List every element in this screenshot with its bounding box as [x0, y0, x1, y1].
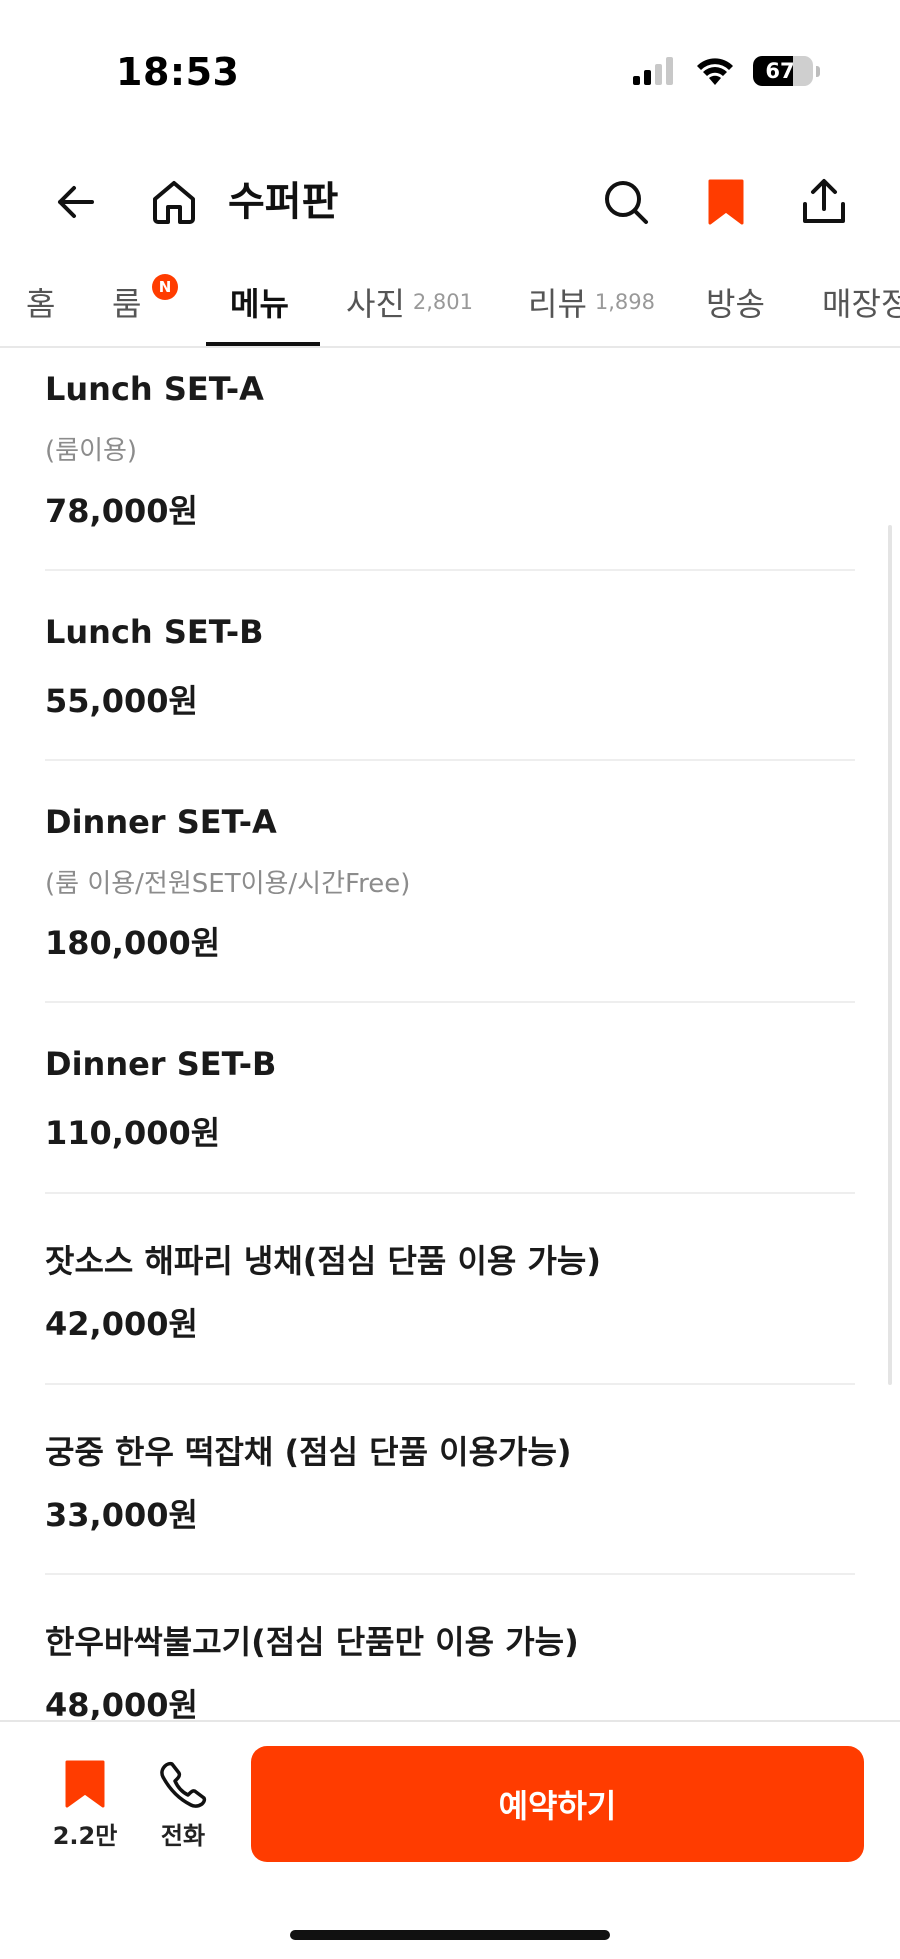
tab-label: 룸 — [112, 285, 142, 323]
call-label: 전화 — [160, 1822, 206, 1850]
phone-icon — [160, 1761, 207, 1808]
home-indicator — [290, 1930, 610, 1940]
menu-item-price: 33,000원 — [45, 1496, 198, 1534]
share-button[interactable] — [796, 174, 852, 230]
tab-label: 방송 — [706, 285, 765, 323]
menu-item[interactable]: Dinner SET-B 110,000원 — [45, 1003, 855, 1193]
share-icon — [803, 179, 845, 223]
menu-item-desc: (룸이용) — [45, 436, 138, 466]
menu-item-name: Dinner SET-B — [45, 1045, 277, 1083]
menu-item-desc: (룸 이용/전원SET이용/시간Free) — [45, 869, 411, 899]
menu-item[interactable]: 잣소스 해파리 냉채(점심 단품 이용 가능) 42,000원 — [45, 1194, 855, 1384]
tab-label: 리뷰 — [528, 285, 587, 323]
header: 수퍼판 — [0, 160, 900, 242]
menu-item-name: Lunch SET-B — [45, 613, 264, 651]
search-button[interactable] — [598, 174, 654, 230]
tab-room[interactable]: 룸 — [112, 258, 141, 346]
new-badge: N — [152, 274, 178, 300]
active-tab-indicator — [206, 342, 320, 346]
reserve-button[interactable]: 예약하기 — [251, 1746, 864, 1862]
save-count: 2.2만 — [52, 1822, 118, 1850]
status-time: 18:53 — [116, 50, 240, 94]
battery-icon: 67 — [753, 56, 813, 86]
menu-item-price: 48,000원 — [45, 1686, 198, 1720]
menu-item-price: 78,000원 — [45, 492, 198, 530]
menu-item-price: 110,000원 — [45, 1114, 221, 1152]
menu-item-name: 잣소스 해파리 냉채(점심 단품 이용 가능) — [45, 1242, 601, 1280]
battery-level: 67 — [765, 59, 795, 83]
tab-label: 매장정 — [822, 285, 900, 323]
scrollbar[interactable] — [888, 525, 892, 1385]
tab-label: 홈 — [26, 285, 56, 323]
save-button[interactable]: 2.2만 — [40, 1758, 130, 1851]
page-title: 수퍼판 — [228, 179, 339, 225]
menu-item[interactable]: 한우바싹불고기(점심 단품만 이용 가능) 48,000원 — [45, 1575, 855, 1720]
bookmark-icon — [65, 1760, 105, 1808]
menu-item[interactable]: Lunch SET-A (룸이용) 78,000원 — [45, 350, 855, 570]
status-icons: 67 — [633, 56, 820, 86]
home-icon — [153, 181, 195, 224]
home-button[interactable] — [146, 174, 202, 230]
wifi-icon — [697, 58, 733, 85]
tab-store-info[interactable]: 매장정 — [822, 258, 900, 346]
menu-item-name: Lunch SET-A — [45, 370, 264, 408]
tab-menu[interactable]: 메뉴 — [230, 258, 289, 346]
cellular-signal-icon — [633, 57, 673, 85]
menu-item-price: 180,000원 — [45, 924, 221, 962]
menu-item-name: Dinner SET-A — [45, 803, 277, 841]
bottom-action-bar: 2.2만 전화 예약하기 — [0, 1720, 900, 1959]
menu-item-name: 궁중 한우 떡잡채 (점심 단품 이용가능) — [45, 1433, 572, 1471]
tab-broadcast[interactable]: 방송 — [706, 258, 765, 346]
menu-item-price: 42,000원 — [45, 1305, 198, 1343]
tab-home[interactable]: 홈 — [26, 258, 55, 346]
bookmark-button[interactable] — [698, 174, 754, 230]
menu-item-price: 55,000원 — [45, 682, 198, 720]
tab-count: 1,898 — [594, 290, 656, 314]
back-button[interactable] — [48, 174, 104, 230]
tab-photos[interactable]: 사진 2,801 — [346, 258, 473, 346]
status-bar: 18:53 67 — [0, 0, 900, 140]
menu-item[interactable]: 궁중 한우 떡잡채 (점심 단품 이용가능) 33,000원 — [45, 1385, 855, 1575]
menu-item[interactable]: Dinner SET-A (룸 이용/전원SET이용/시간Free) 180,0… — [45, 761, 855, 1001]
tab-label: 사진 — [346, 285, 405, 323]
tab-bar: 홈 룸 N 메뉴 사진 2,801 리뷰 1,898 방송 매장정 — [0, 258, 900, 348]
bookmark-icon — [708, 179, 744, 225]
search-icon — [605, 181, 648, 224]
battery-nub — [816, 65, 820, 77]
arrow-left-icon — [58, 186, 94, 218]
tab-label: 메뉴 — [230, 285, 289, 323]
tab-reviews[interactable]: 리뷰 1,898 — [528, 258, 655, 346]
menu-item[interactable]: Lunch SET-B 55,000원 — [45, 571, 855, 761]
call-button[interactable]: 전화 — [138, 1758, 228, 1851]
menu-item-name: 한우바싹불고기(점심 단품만 이용 가능) — [45, 1623, 579, 1661]
tab-count: 2,801 — [412, 290, 474, 314]
menu-list[interactable]: Lunch SET-A (룸이용) 78,000원 Lunch SET-B 55… — [45, 350, 855, 1720]
